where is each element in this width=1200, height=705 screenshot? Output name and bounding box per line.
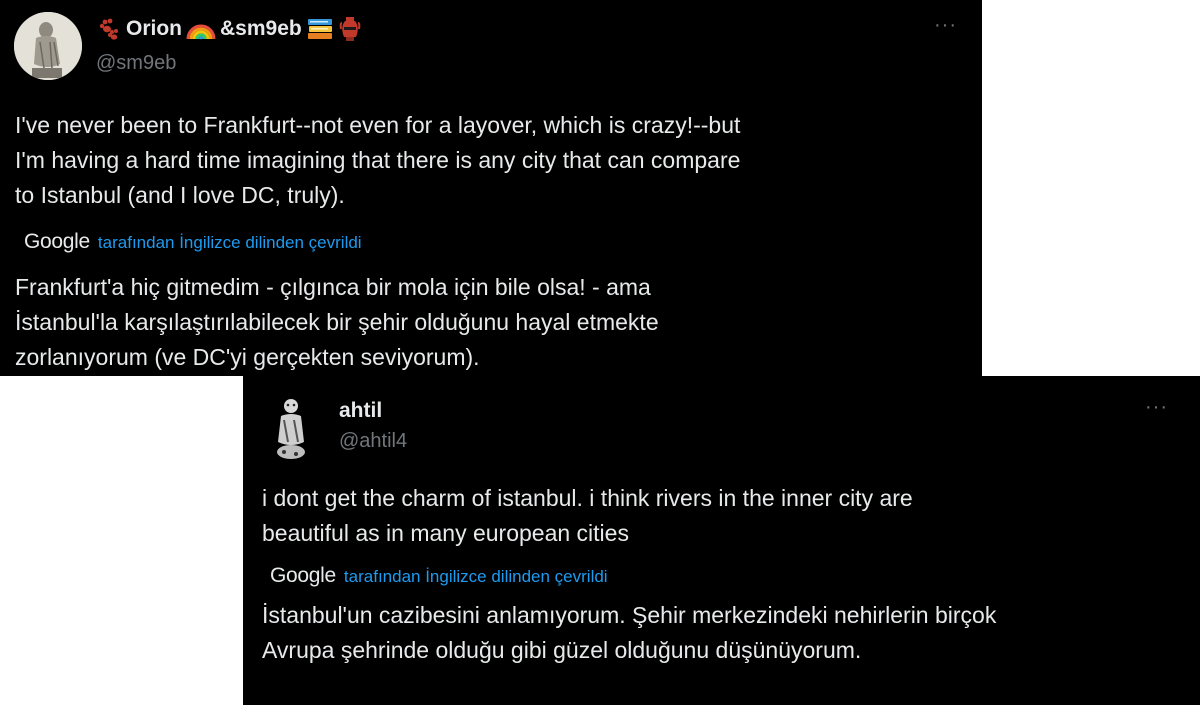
author-handle[interactable]: @ahtil4	[339, 430, 407, 453]
author-handle[interactable]: @sm9eb	[96, 52, 176, 75]
books-icon	[307, 19, 332, 39]
translation-attribution: Google tarafından İngilizce dilinden çev…	[24, 230, 362, 254]
tweet-card-orion: Orion &sm9eb @sm9eb ··· I've never been …	[0, 0, 982, 376]
translated-text: Frankfurt'a hiç gitmedim - çılgınca bir …	[15, 274, 659, 370]
tweet-text: I've never been to Frankfurt--not even f…	[15, 112, 741, 208]
author-display-name: Orion	[126, 17, 182, 40]
rainbow-icon	[186, 24, 216, 40]
google-logo: Google	[270, 564, 336, 587]
translation-link[interactable]: tarafından İngilizce dilinden çevrildi	[344, 567, 608, 587]
tweet-card-ahtil: ahtil @ahtil4 ··· i dont get the charm o…	[243, 376, 1200, 705]
author-display-name-suffix: &sm9eb	[220, 17, 302, 40]
more-options-icon[interactable]: ···	[934, 15, 957, 35]
avatar-ahtil[interactable]	[266, 394, 316, 464]
google-logo: Google	[24, 230, 90, 253]
statue-avatar-icon	[14, 12, 82, 80]
paw-prints-icon	[99, 18, 118, 40]
translation-link[interactable]: tarafından İngilizce dilinden çevrildi	[98, 233, 362, 253]
amphora-icon	[339, 17, 361, 41]
author-name-row[interactable]: ahtil	[339, 396, 382, 426]
translated-text: İstanbul'un cazibesini anlamıyorum. Şehi…	[262, 602, 997, 663]
author-name-row[interactable]: Orion &sm9eb	[96, 12, 362, 46]
more-options-icon[interactable]: ···	[1145, 397, 1168, 417]
author-display-name: ahtil	[339, 399, 383, 422]
figure-avatar-icon	[266, 394, 316, 464]
translation-attribution: Google tarafından İngilizce dilinden çev…	[270, 564, 608, 588]
tweet-text: i dont get the charm of istanbul. i thin…	[262, 485, 913, 546]
avatar-orion[interactable]	[14, 12, 82, 80]
